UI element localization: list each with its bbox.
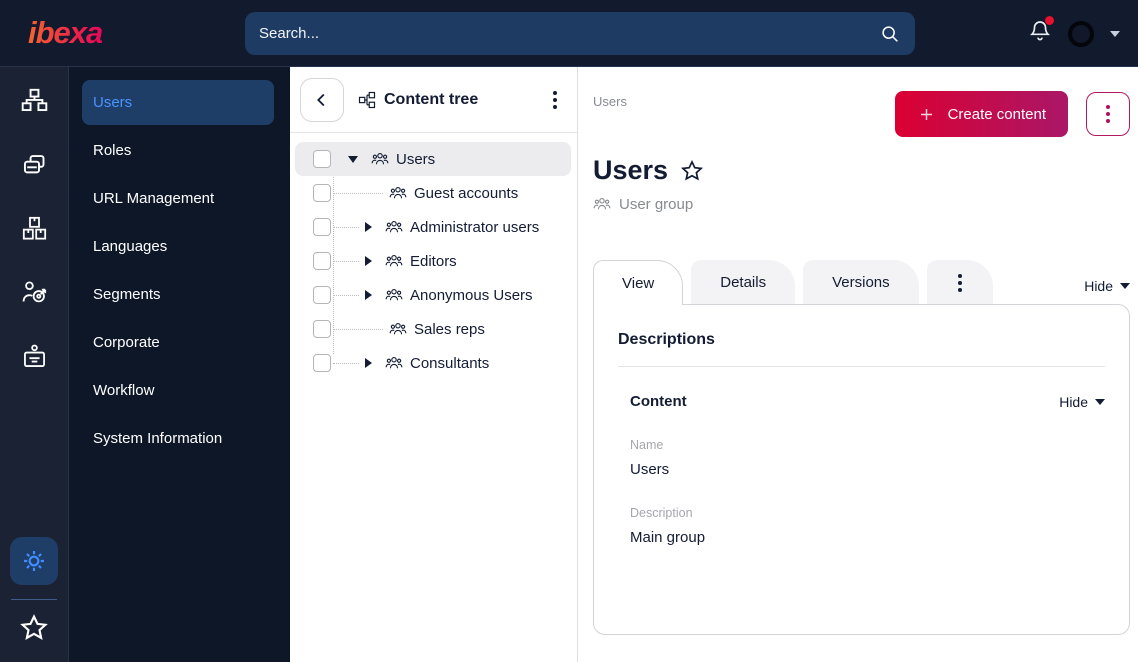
user-avatar[interactable]: [1068, 20, 1094, 47]
page-options-kebab-button[interactable]: [1086, 92, 1130, 136]
page-title: Users: [593, 155, 669, 185]
collapsed-caret-icon[interactable]: [365, 222, 372, 232]
gear-icon[interactable]: [10, 537, 58, 585]
tab-more-kebab-button[interactable]: [926, 260, 993, 304]
notifications-bell-icon[interactable]: [1028, 16, 1054, 48]
tree-checkbox[interactable]: [313, 320, 331, 338]
tree-checkbox[interactable]: [313, 150, 331, 168]
tree-item-anonymous-users[interactable]: Anonymous Users: [290, 278, 577, 312]
tree-item-editors[interactable]: Editors: [290, 244, 577, 278]
content-tree-header: Content tree: [290, 67, 577, 133]
tree-item-consultants[interactable]: Consultants: [290, 346, 577, 380]
star-icon[interactable]: [19, 613, 49, 648]
ibexa-logo[interactable]: ibexa: [28, 15, 103, 51]
name-field-label: Name: [630, 438, 664, 452]
main-content: Users Create content Users User group Vi…: [578, 67, 1138, 662]
caret-down-icon: [1120, 283, 1130, 289]
admin-sidebar: Users Roles URL Management Languages Seg…: [69, 67, 290, 662]
sidebar-item-system-information[interactable]: System Information: [82, 416, 274, 461]
id-badge-icon[interactable]: [17, 339, 51, 373]
top-bar: ibexa: [0, 0, 1138, 67]
content-pages-icon[interactable]: [17, 147, 51, 181]
user-group-icon: [593, 195, 611, 213]
content-tree-list: Users Guest accounts Administrator users: [290, 133, 577, 380]
tree-checkbox[interactable]: [313, 286, 331, 304]
product-boxes-icon[interactable]: [17, 211, 51, 245]
description-field-label: Description: [630, 506, 693, 520]
content-section-hide-toggle[interactable]: Hide: [1059, 394, 1105, 410]
tab-versions[interactable]: Versions: [803, 260, 919, 304]
user-group-icon: [385, 252, 403, 270]
breadcrumb[interactable]: Users: [593, 94, 627, 109]
tree-checkbox[interactable]: [313, 252, 331, 270]
user-group-icon: [389, 320, 407, 338]
sidebar-item-url-management[interactable]: URL Management: [82, 176, 274, 221]
collapsed-caret-icon[interactable]: [365, 256, 372, 266]
tree-item-guest-accounts[interactable]: Guest accounts: [290, 176, 577, 210]
search-input[interactable]: [259, 25, 879, 42]
content-section-title: Content: [630, 393, 687, 410]
global-search[interactable]: [245, 12, 915, 55]
name-field-value: Users: [630, 461, 670, 478]
tree-options-kebab-button[interactable]: [547, 85, 563, 115]
sidebar-item-segments[interactable]: Segments: [82, 272, 274, 317]
tab-view[interactable]: View: [593, 260, 684, 305]
tab-bar: View Details Versions Hide: [593, 260, 1130, 305]
user-group-icon: [385, 218, 403, 236]
user-group-icon: [389, 184, 407, 202]
collapsed-caret-icon[interactable]: [365, 290, 372, 300]
description-field-value: Main group: [630, 529, 706, 546]
tree-checkbox[interactable]: [313, 354, 331, 372]
user-group-icon: [385, 354, 403, 372]
rail-divider: [11, 599, 57, 600]
tree-item-sales-reps[interactable]: Sales reps: [290, 312, 577, 346]
caret-down-icon: [1095, 398, 1105, 405]
app-window: ibexa Search... Users Roles URL Manageme…: [0, 0, 1138, 662]
user-group-icon: [385, 286, 403, 304]
notification-badge: [1045, 16, 1054, 25]
view-tab-card: Descriptions Content Hide Name Users Des…: [593, 304, 1130, 635]
collapsed-caret-icon[interactable]: [365, 358, 372, 368]
personalization-target-icon[interactable]: [17, 275, 51, 309]
user-menu-caret-icon[interactable]: [1110, 30, 1120, 37]
search-icon[interactable]: [879, 23, 901, 45]
content-tree-title: Content tree: [358, 91, 478, 109]
create-content-button[interactable]: Create content: [894, 91, 1068, 137]
expanded-caret-icon[interactable]: [348, 155, 358, 163]
card-divider: [618, 366, 1105, 367]
content-tree-icon: [358, 91, 376, 109]
sidebar-item-users[interactable]: Users: [82, 80, 274, 125]
sidebar-item-languages[interactable]: Languages: [82, 224, 274, 269]
plus-icon: [917, 105, 936, 124]
tree-checkbox[interactable]: [313, 218, 331, 236]
topbar-actions: [1028, 0, 1120, 67]
tree-item-administrator-users[interactable]: Administrator users: [290, 210, 577, 244]
icon-rail: [0, 67, 69, 662]
bookmark-star-icon[interactable]: [680, 159, 704, 183]
sidebar-item-corporate[interactable]: Corporate: [82, 320, 274, 365]
sidebar-item-roles[interactable]: Roles: [82, 128, 274, 173]
tabs-hide-toggle[interactable]: Hide: [1084, 278, 1130, 294]
descriptions-heading: Descriptions: [618, 331, 715, 348]
content-tree-panel: Content tree Users Guest accounts Admini…: [290, 67, 578, 662]
sidebar-item-workflow[interactable]: Workflow: [82, 368, 274, 413]
collapse-tree-button[interactable]: [300, 77, 344, 122]
tab-details[interactable]: Details: [691, 260, 796, 304]
user-group-icon: [371, 150, 389, 168]
tree-checkbox[interactable]: [313, 184, 331, 202]
tree-item-users[interactable]: Users: [295, 142, 571, 176]
content-type-label: User group: [593, 195, 1130, 213]
sitemap-icon[interactable]: [17, 83, 51, 117]
